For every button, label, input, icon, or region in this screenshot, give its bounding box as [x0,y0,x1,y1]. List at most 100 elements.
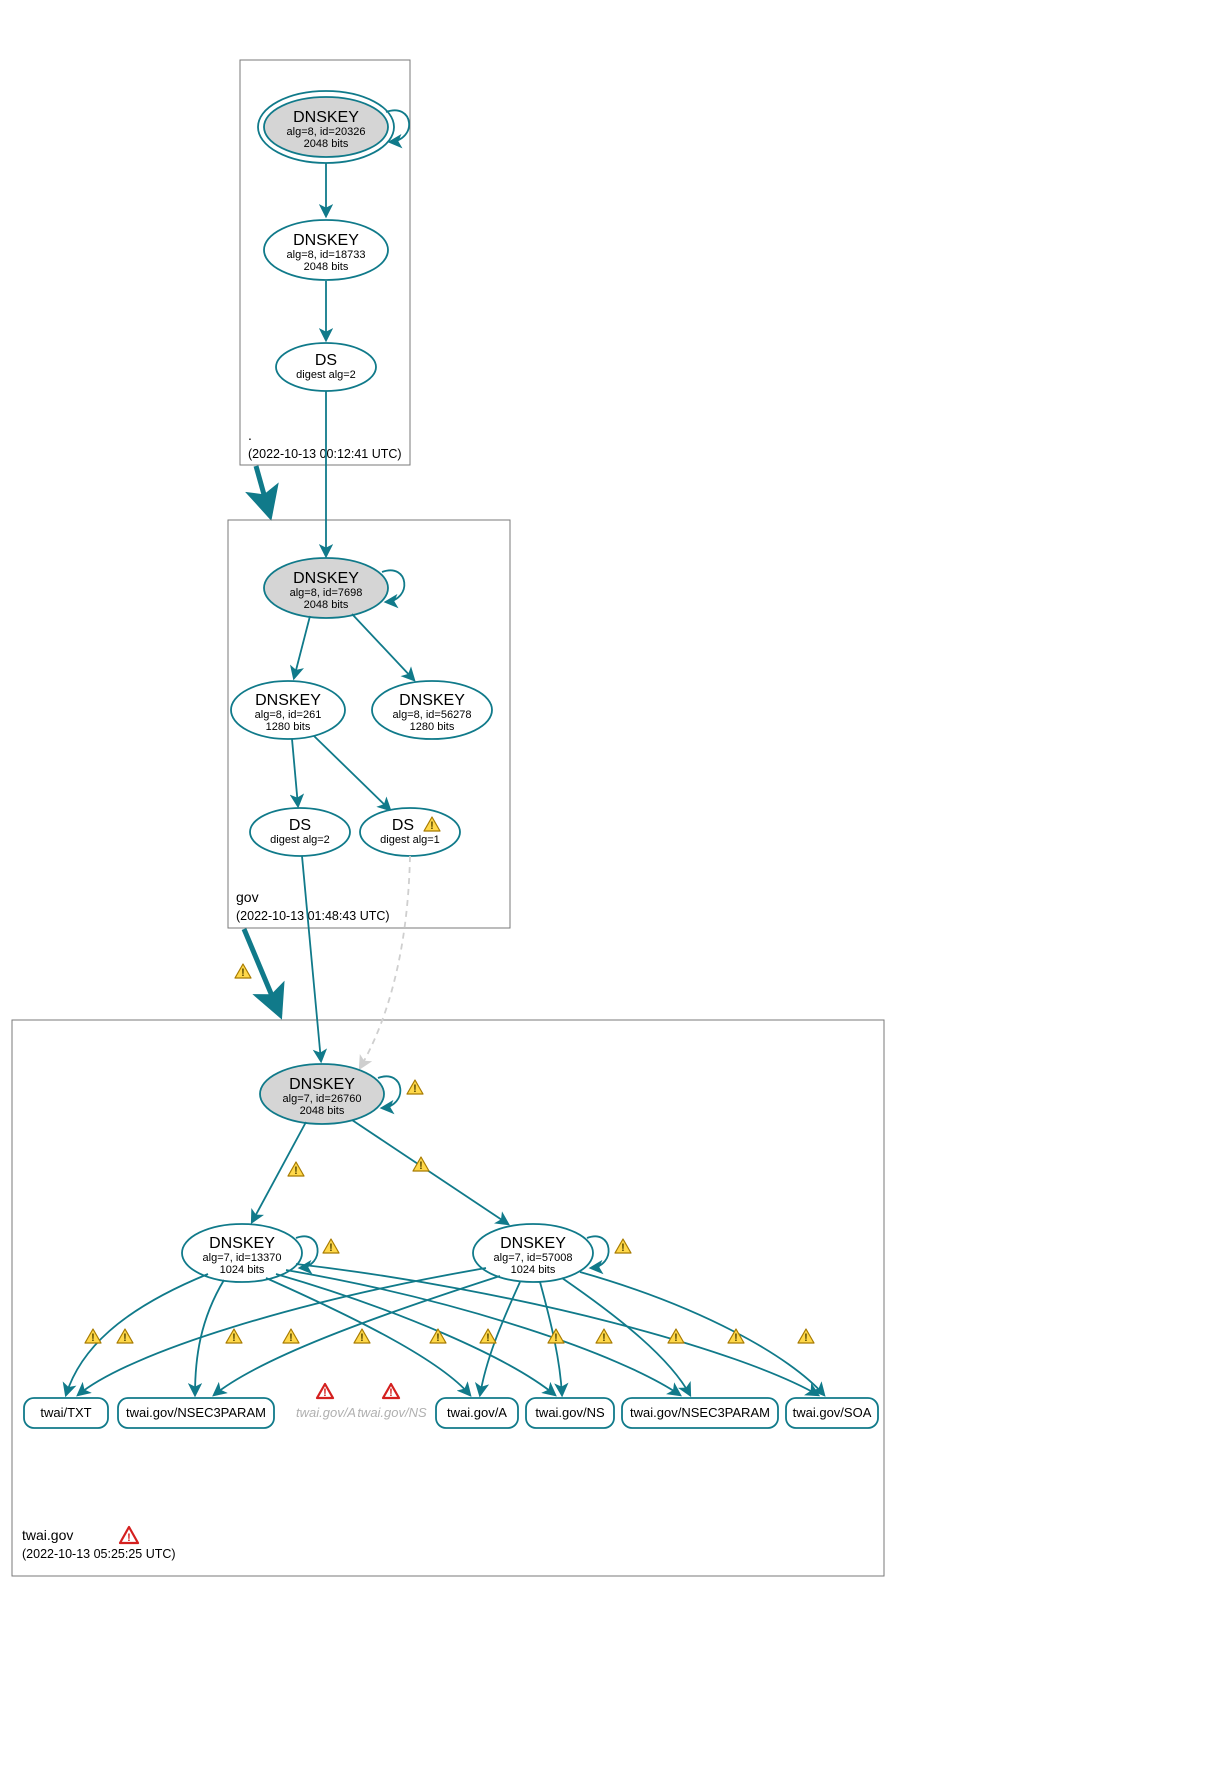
svg-text:!: ! [621,1242,625,1254]
svg-text:!: ! [419,1160,423,1172]
svg-text:alg=8, id=20326: alg=8, id=20326 [287,126,366,138]
zone-twai-timestamp: (2022-10-13 05:25:25 UTC) [22,1547,176,1561]
dnssec-diagram: . (2022-10-13 00:12:41 UTC) DNSKEY alg=8… [0,0,1209,1776]
warn-icon: ! [615,1239,631,1254]
warn-icon: ! [226,1329,242,1344]
rrset-ns: twai.gov/NS [526,1398,614,1428]
svg-text:!: ! [232,1332,236,1344]
svg-text:alg=8, id=56278: alg=8, id=56278 [393,709,472,721]
svg-text:twai.gov/NSEC3PARAM: twai.gov/NSEC3PARAM [630,1405,770,1420]
warn-icon: ! [283,1329,299,1344]
node-twai-zsk2: DNSKEY alg=7, id=57008 1024 bits [473,1224,593,1282]
zone-twai-box [12,1020,884,1576]
node-root-zsk: DNSKEY alg=8, id=18733 2048 bits [264,220,388,280]
node-gov-ksk: DNSKEY alg=8, id=7698 2048 bits [264,558,388,618]
svg-text:alg=8, id=7698: alg=8, id=7698 [290,587,363,599]
warn-icon: ! [85,1329,101,1344]
svg-text:!: ! [413,1083,417,1095]
node-twai-ksk: DNSKEY alg=7, id=26760 2048 bits [260,1064,384,1124]
svg-text:!: ! [294,1165,298,1177]
rrset-a: twai.gov/A [436,1398,518,1428]
warn-icon: ! [354,1329,370,1344]
svg-text:!: ! [289,1332,293,1344]
e-z1-txt [66,1274,208,1395]
warn-icon: ! [596,1329,612,1344]
svg-text:digest alg=2: digest alg=2 [270,834,330,846]
svg-text:twai/TXT: twai/TXT [40,1405,91,1420]
zone-twai-label: twai.gov [22,1527,73,1543]
zone-gov-timestamp: (2022-10-13 01:48:43 UTC) [236,909,390,923]
svg-text:!: ! [674,1332,678,1344]
zone-gov-label: gov [236,889,259,905]
edge-twai-ksk-zsk2 [352,1120,508,1224]
warn-icon: ! [288,1162,304,1177]
svg-text:alg=8, id=261: alg=8, id=261 [255,709,322,721]
svg-text:DNSKEY: DNSKEY [293,570,359,587]
svg-text:DS: DS [289,817,311,834]
e-z1-ns [276,1274,555,1395]
svg-text:alg=7, id=57008: alg=7, id=57008 [494,1252,573,1264]
e-z2-txt [78,1268,486,1395]
svg-text:alg=8, id=18733: alg=8, id=18733 [287,249,366,261]
svg-text:DNSKEY: DNSKEY [209,1235,275,1252]
svg-text:1024 bits: 1024 bits [511,1264,556,1276]
svg-text:!: ! [360,1332,364,1344]
rrset-nsec3param-b: twai.gov/NSEC3PARAM [622,1398,778,1428]
svg-text:alg=7, id=13370: alg=7, id=13370 [203,1252,282,1264]
svg-text:digest alg=1: digest alg=1 [380,834,440,846]
edge-gov-zsk1-ds1 [292,739,298,806]
edge-delegation-root-gov [256,466,270,516]
svg-text:1280 bits: 1280 bits [410,721,455,733]
rrset-soa: twai.gov/SOA [786,1398,878,1428]
svg-text:DS: DS [392,817,414,834]
warn-icon: ! [407,1080,423,1095]
e-z2-nsec3b [562,1278,690,1395]
edge-gov-zsk1-ds2 [314,736,390,810]
svg-text:!: ! [123,1332,127,1344]
svg-text:twai.gov/A: twai.gov/A [447,1405,507,1420]
svg-text:DNSKEY: DNSKEY [293,232,359,249]
svg-text:DNSKEY: DNSKEY [500,1235,566,1252]
svg-text:!: ! [554,1332,558,1344]
svg-text:!: ! [91,1332,95,1344]
warn-icon: ! [117,1329,133,1344]
svg-text:!: ! [430,820,434,832]
svg-text:!: ! [486,1332,490,1344]
svg-text:2048 bits: 2048 bits [300,1105,345,1117]
e-z2-soa [580,1272,824,1395]
node-gov-ds1: DS digest alg=2 [250,808,350,856]
svg-text:twai.gov/NSEC3PARAM: twai.gov/NSEC3PARAM [126,1405,266,1420]
svg-text:twai.gov/SOA: twai.gov/SOA [793,1405,872,1420]
svg-text:2048 bits: 2048 bits [304,261,349,273]
svg-text:1280 bits: 1280 bits [266,721,311,733]
svg-text:DNSKEY: DNSKEY [293,109,359,126]
warn-icon: ! [323,1239,339,1254]
edge-gov-ds1-twai-ksk [302,856,321,1061]
warn-icon: ! [235,964,251,979]
svg-text:!: ! [241,967,245,979]
svg-text:!: ! [804,1332,808,1344]
warn-icon: ! [430,1329,446,1344]
svg-text:1024 bits: 1024 bits [220,1264,265,1276]
warn-icon: ! [668,1329,684,1344]
rrset-grey-a: twai.gov/A [296,1405,356,1420]
svg-text:digest alg=2: digest alg=2 [296,369,356,381]
warn-icon: ! [798,1329,814,1344]
node-gov-zsk2: DNSKEY alg=8, id=56278 1280 bits [372,681,492,739]
edge-delegation-gov-twai [244,929,280,1015]
warn-icon: ! [480,1329,496,1344]
svg-text:twai.gov/NS: twai.gov/NS [535,1405,605,1420]
svg-text:!: ! [323,1387,327,1399]
svg-text:alg=7, id=26760: alg=7, id=26760 [283,1093,362,1105]
node-twai-zsk1: DNSKEY alg=7, id=13370 1024 bits [182,1224,302,1282]
svg-text:2048 bits: 2048 bits [304,599,349,611]
node-root-ds: DS digest alg=2 [276,343,376,391]
svg-text:2048 bits: 2048 bits [304,138,349,150]
svg-text:!: ! [127,1532,131,1544]
error-icon: ! [383,1384,399,1399]
e-z1-nsec3b [286,1270,680,1395]
edge-gov-ksk-zsk2 [352,614,414,680]
svg-text:DNSKEY: DNSKEY [289,1076,355,1093]
svg-text:!: ! [389,1387,393,1399]
svg-text:DS: DS [315,352,337,369]
